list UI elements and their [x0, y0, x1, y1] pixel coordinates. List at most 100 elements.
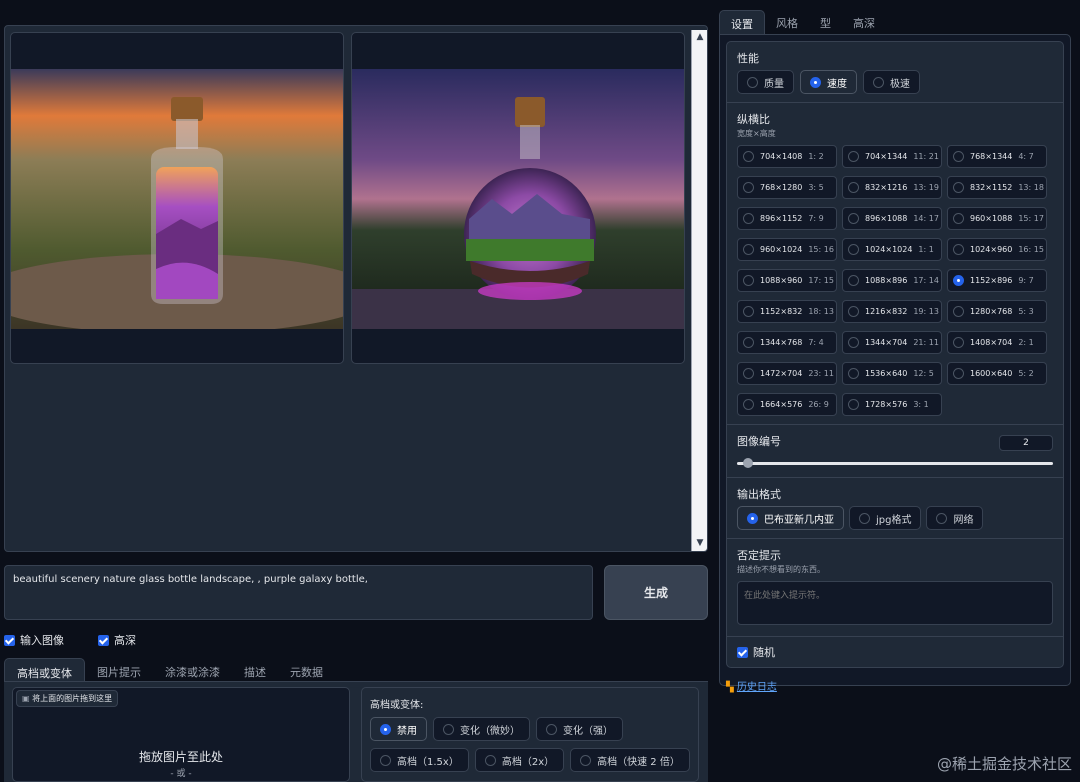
- gallery-scrollbar[interactable]: ▲ ▼: [691, 30, 707, 551]
- image-drop-zone[interactable]: ▣ 将上面的图片拖到这里 拖放图片至此处 - 或 -: [12, 687, 350, 782]
- aspect-size: 832×1216: [865, 183, 908, 192]
- radio-icon: [859, 512, 870, 524]
- aspect-size: 1600×640: [970, 369, 1013, 378]
- settings-tabs: 设置 风格 型 高深: [719, 10, 1071, 34]
- aspect-ratio-option[interactable]: 1344×704 21: 11: [842, 331, 942, 354]
- aspect-ratio-option[interactable]: 1024×1024 1: 1: [842, 238, 942, 261]
- upscale-panel: 高档或变体: 禁用 变化（微妙） 变化（强） 高档（1.5x） 高档（2x） 高…: [361, 687, 699, 782]
- radio-icon: [380, 754, 391, 766]
- scroll-down-icon[interactable]: ▼: [695, 538, 705, 548]
- upscale-fast-2x-option[interactable]: 高档（快速 2 倍）: [570, 748, 690, 772]
- aspect-ratio-option[interactable]: 1088×896 17: 14: [842, 269, 942, 292]
- aspect-ratio-option[interactable]: 1600×640 5: 2: [947, 362, 1047, 385]
- tab-models[interactable]: 型: [809, 10, 842, 34]
- tab-styles[interactable]: 风格: [765, 10, 809, 34]
- radio-icon: [743, 151, 754, 162]
- generate-button[interactable]: 生成: [604, 565, 708, 620]
- aspect-ratio-title: 纵横比: [737, 113, 770, 126]
- image-number-slider[interactable]: [737, 457, 1053, 469]
- aspect-ratio-option[interactable]: 1280×768 5: 3: [947, 300, 1047, 323]
- negative-prompt-input[interactable]: [737, 581, 1053, 625]
- aspect-ratio-option[interactable]: 1024×960 16: 15: [947, 238, 1047, 261]
- drop-hint-badge: ▣ 将上面的图片拖到这里: [16, 690, 119, 707]
- upscale-1-5x-option[interactable]: 高档（1.5x）: [370, 748, 469, 772]
- gallery-image-2[interactable]: [351, 32, 685, 364]
- radio-icon: [484, 754, 496, 766]
- aspect-ratio-option[interactable]: 896×1152 7: 9: [737, 207, 837, 230]
- tab-advanced[interactable]: 高深: [842, 10, 886, 34]
- aspect-ratio-option[interactable]: 1216×832 19: 13: [842, 300, 942, 323]
- aspect-size: 1280×768: [970, 307, 1013, 316]
- history-log-link[interactable]: ▚ 历史日志: [726, 678, 1064, 693]
- aspect-ratio: 5: 3: [1018, 307, 1034, 316]
- aspect-ratio-option[interactable]: 1344×768 7: 4: [737, 331, 837, 354]
- radio-icon: [848, 213, 859, 224]
- aspect-ratio-option[interactable]: 960×1024 15: 16: [737, 238, 837, 261]
- aspect-size: 960×1088: [970, 214, 1013, 223]
- random-checkbox[interactable]: 随机: [727, 637, 1063, 667]
- format-webp-option[interactable]: 网络: [926, 506, 984, 530]
- aspect-ratio-option[interactable]: 768×1280 3: 5: [737, 176, 837, 199]
- aspect-ratio-option[interactable]: 1472×704 23: 11: [737, 362, 837, 385]
- aspect-ratio-option[interactable]: 704×1408 1: 2: [737, 145, 837, 168]
- performance-speed-option[interactable]: 速度: [800, 70, 857, 94]
- aspect-ratio-option[interactable]: 960×1088 15: 17: [947, 207, 1047, 230]
- output-format-section: 输出格式 巴布亚新几内亚 jpg格式 网络: [727, 478, 1063, 539]
- aspect-ratio-option[interactable]: 1088×960 17: 15: [737, 269, 837, 292]
- radio-selected-icon: [810, 76, 821, 88]
- radio-icon: [743, 337, 754, 348]
- aspect-ratio-option[interactable]: 832×1152 13: 18: [947, 176, 1047, 199]
- image-number-title: 图像编号: [737, 435, 781, 448]
- negative-prompt-section: 否定提示 描述你不想看到的东西。: [727, 539, 1063, 637]
- aspect-ratio: 3: 1: [913, 400, 929, 409]
- format-jpg-option[interactable]: jpg格式: [849, 506, 922, 530]
- settings-body: 性能 质量 速度 极速 纵横比 宽度×高度 704×1408 1: 2 704×13…: [719, 34, 1071, 693]
- radio-icon: [743, 368, 754, 379]
- aspect-ratio: 16: 15: [1018, 245, 1044, 254]
- settings-card: 性能 质量 速度 极速 纵横比 宽度×高度 704×1408 1: 2 704×13…: [726, 41, 1064, 668]
- image-number-input[interactable]: 2: [999, 435, 1053, 451]
- aspect-size: 1024×1024: [865, 245, 913, 254]
- aspect-size: 1728×576: [865, 400, 908, 409]
- radio-icon: [953, 182, 964, 193]
- aspect-ratio: 21: 11: [913, 338, 939, 347]
- radio-icon: [848, 182, 859, 193]
- aspect-ratio-option[interactable]: 832×1216 13: 19: [842, 176, 942, 199]
- history-icon: ▚: [726, 682, 734, 693]
- advanced-checkbox[interactable]: 高深: [98, 632, 136, 648]
- radio-icon: [953, 244, 964, 255]
- scroll-up-icon[interactable]: ▲: [695, 32, 705, 42]
- radio-icon: [743, 213, 754, 224]
- aspect-ratio: 17: 15: [808, 276, 834, 285]
- upscale-disabled-option[interactable]: 禁用: [370, 717, 427, 741]
- upscale-vary-subtle-option[interactable]: 变化（微妙）: [433, 717, 530, 741]
- gallery-image-1[interactable]: [10, 32, 344, 364]
- aspect-size: 896×1152: [760, 214, 803, 223]
- performance-quality-option[interactable]: 质量: [737, 70, 794, 94]
- aspect-ratio: 7: 4: [808, 338, 824, 347]
- aspect-size: 1088×896: [865, 276, 908, 285]
- prompt-input[interactable]: beautiful scenery nature glass bottle la…: [4, 565, 593, 620]
- radio-selected-icon: [747, 512, 758, 524]
- upscale-vary-strong-option[interactable]: 变化（强）: [536, 717, 623, 741]
- performance-section: 性能 质量 速度 极速: [727, 42, 1063, 103]
- upscale-2x-option[interactable]: 高档（2x）: [474, 748, 565, 772]
- aspect-ratio-option[interactable]: 1408×704 2: 1: [947, 331, 1047, 354]
- performance-extreme-option[interactable]: 极速: [863, 70, 920, 94]
- aspect-size: 960×1024: [760, 245, 803, 254]
- aspect-ratio-option[interactable]: 704×1344 11: 21: [842, 145, 942, 168]
- input-image-checkbox[interactable]: 输入图像: [4, 632, 64, 648]
- aspect-ratio-option[interactable]: 1152×832 18: 13: [737, 300, 837, 323]
- aspect-ratio-option[interactable]: 1728×576 3: 1: [842, 393, 942, 416]
- aspect-ratio: 2: 1: [1018, 338, 1034, 347]
- aspect-ratio-option[interactable]: 1664×576 26: 9: [737, 393, 837, 416]
- aspect-ratio-option[interactable]: 1536×640 12: 5: [842, 362, 942, 385]
- tab-settings[interactable]: 设置: [719, 10, 765, 34]
- format-png-option[interactable]: 巴布亚新几内亚: [737, 506, 844, 530]
- slider-handle[interactable]: [743, 458, 753, 468]
- aspect-ratio: 17: 14: [913, 276, 939, 285]
- aspect-ratio-option[interactable]: 1152×896 9: 7: [947, 269, 1047, 292]
- aspect-ratio-option[interactable]: 896×1088 14: 17: [842, 207, 942, 230]
- aspect-ratio-option[interactable]: 768×1344 4: 7: [947, 145, 1047, 168]
- radio-icon: [936, 512, 948, 524]
